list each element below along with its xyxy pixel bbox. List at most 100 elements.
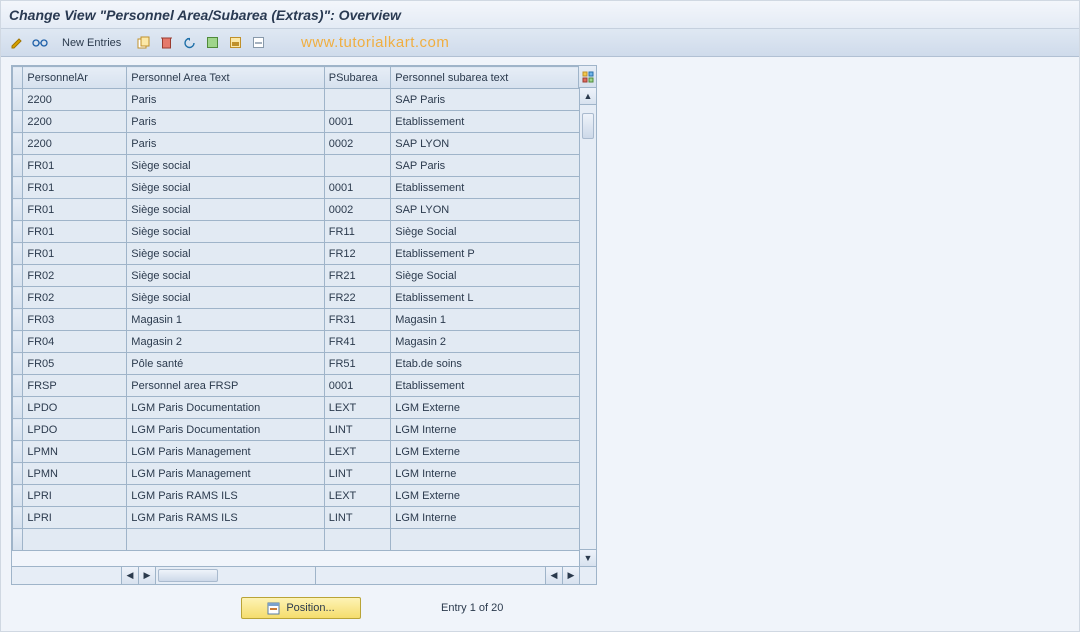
cell-personnel-area-text[interactable]: Siège social [127,199,324,221]
row-selector[interactable] [13,463,23,485]
row-selector[interactable] [13,441,23,463]
table-row[interactable]: LPRILGM Paris RAMS ILSLINTLGM Interne [13,507,596,529]
cell-personnel-area[interactable]: FR05 [23,353,127,375]
cell-personnel-subarea-text[interactable]: SAP Paris [391,89,596,111]
cell-personnel-subarea-text[interactable]: LGM Interne [391,463,596,485]
cell-personnel-area-text[interactable]: LGM Paris RAMS ILS [127,507,324,529]
cell-personnel-subarea-text[interactable]: Etablissement L [391,287,596,309]
cell-personnel-subarea-text[interactable]: SAP LYON [391,133,596,155]
cell-personnel-area[interactable]: FR01 [23,243,127,265]
delete-icon[interactable] [156,33,176,53]
cell-psubarea[interactable]: 0001 [324,375,391,397]
cell-personnel-area-text[interactable]: LGM Paris Documentation [127,397,324,419]
cell-psubarea[interactable]: FR12 [324,243,391,265]
table-row[interactable]: FR01Siège socialFR12Etablissement P [13,243,596,265]
cell-psubarea[interactable]: 0002 [324,199,391,221]
col-personnel-area-text[interactable]: Personnel Area Text [127,67,324,89]
cell-personnel-subarea-text[interactable]: LGM Externe [391,397,596,419]
table-row[interactable]: FR03Magasin 1FR31Magasin 1 [13,309,596,331]
row-selector[interactable] [13,419,23,441]
cell-psubarea[interactable]: 0002 [324,133,391,155]
cell-personnel-area[interactable]: 2200 [23,133,127,155]
table-row[interactable]: FR04Magasin 2FR41Magasin 2 [13,331,596,353]
scroll-right2-icon[interactable]: ▶ [562,567,579,584]
cell-personnel-subarea-text[interactable]: LGM Interne [391,507,596,529]
cell-personnel-area[interactable]: FRSP [23,375,127,397]
cell-personnel-area[interactable]: 2200 [23,89,127,111]
vertical-scrollbar[interactable]: ▲ ▼ [579,88,596,566]
row-selector[interactable] [13,331,23,353]
cell-psubarea[interactable]: 0001 [324,177,391,199]
cell-personnel-area-text[interactable]: LGM Paris RAMS ILS [127,485,324,507]
cell-personnel-subarea-text[interactable]: Magasin 1 [391,309,596,331]
cell-personnel-area-text[interactable]: Siège social [127,177,324,199]
col-personnel-subarea-text[interactable]: Personnel subarea text [391,67,596,89]
row-selector[interactable] [13,177,23,199]
cell-personnel-subarea-text[interactable]: Siège Social [391,221,596,243]
cell-personnel-area-text[interactable]: Siège social [127,155,324,177]
cell-personnel-area-text[interactable]: Paris [127,89,324,111]
cell-personnel-area-text[interactable]: Siège social [127,243,324,265]
row-selector[interactable] [13,485,23,507]
table-row[interactable]: LPDOLGM Paris DocumentationLINTLGM Inter… [13,419,596,441]
cell-psubarea[interactable]: FR31 [324,309,391,331]
row-selector[interactable] [13,309,23,331]
cell-personnel-area[interactable]: LPMN [23,441,127,463]
table-row[interactable]: LPRILGM Paris RAMS ILSLEXTLGM Externe [13,485,596,507]
cell-personnel-area-text[interactable]: LGM Paris Documentation [127,419,324,441]
row-selector[interactable] [13,155,23,177]
row-selector[interactable] [13,507,23,529]
cell-personnel-area[interactable]: LPDO [23,397,127,419]
cell-psubarea[interactable]: 0001 [324,111,391,133]
cell-personnel-subarea-text[interactable]: LGM Externe [391,441,596,463]
row-selector[interactable] [13,287,23,309]
cell-personnel-area-text[interactable]: Siège social [127,265,324,287]
cell-personnel-area-text[interactable]: Siège social [127,287,324,309]
cell-personnel-area[interactable]: FR03 [23,309,127,331]
hscroll-thumb[interactable] [158,569,218,582]
cell-personnel-area-text[interactable]: Pôle santé [127,353,324,375]
col-personnel-area[interactable]: PersonnelAr [23,67,127,89]
table-row[interactable]: FR01Siège social0001Etablissement [13,177,596,199]
select-all-icon[interactable] [202,33,222,53]
cell-psubarea[interactable]: LEXT [324,441,391,463]
cell-personnel-area[interactable]: LPRI [23,507,127,529]
cell-psubarea[interactable]: FR22 [324,287,391,309]
cell-personnel-area-text[interactable]: Magasin 2 [127,331,324,353]
row-selector-header[interactable] [13,67,23,89]
cell-psubarea[interactable]: LINT [324,463,391,485]
cell-psubarea[interactable]: FR51 [324,353,391,375]
table-row[interactable]: FRSPPersonnel area FRSP0001Etablissement [13,375,596,397]
cell-personnel-area[interactable]: LPRI [23,485,127,507]
cell-personnel-area-text[interactable]: Paris [127,133,324,155]
cell-psubarea[interactable] [324,155,391,177]
table-row[interactable]: FR02Siège socialFR22Etablissement L [13,287,596,309]
new-entries-button[interactable]: New Entries [53,33,130,53]
row-selector[interactable] [13,89,23,111]
row-selector[interactable] [13,221,23,243]
scroll-right-icon[interactable]: ▶ [139,567,156,584]
cell-personnel-area[interactable]: FR01 [23,221,127,243]
cell-personnel-area[interactable]: FR01 [23,155,127,177]
horizontal-scrollbar[interactable]: ◀ ▶ ◀ ▶ [12,566,596,584]
cell-personnel-subarea-text[interactable]: Etablissement [391,177,596,199]
cell-personnel-subarea-text[interactable]: LGM Interne [391,419,596,441]
table-row[interactable]: 2200Paris0001Etablissement [13,111,596,133]
cell-personnel-area[interactable]: FR02 [23,265,127,287]
scroll-track[interactable] [580,105,596,549]
cell-personnel-area-text[interactable]: Personnel area FRSP [127,375,324,397]
cell-personnel-subarea-text[interactable]: Etablissement [391,111,596,133]
cell-personnel-area[interactable]: LPDO [23,419,127,441]
cell-personnel-subarea-text[interactable]: Etablissement P [391,243,596,265]
scroll-thumb[interactable] [582,113,594,139]
cell-personnel-subarea-text[interactable]: Magasin 2 [391,331,596,353]
cell-personnel-area-text[interactable]: Magasin 1 [127,309,324,331]
table-row[interactable]: FR01Siège socialSAP Paris [13,155,596,177]
hscroll-track[interactable] [156,567,316,584]
row-selector[interactable] [13,133,23,155]
cell-psubarea[interactable] [324,89,391,111]
table-settings-icon[interactable] [578,66,596,88]
table-row[interactable]: LPMNLGM Paris ManagementLEXTLGM Externe [13,441,596,463]
select-block-icon[interactable] [225,33,245,53]
cell-personnel-subarea-text[interactable]: Etab.de soins [391,353,596,375]
